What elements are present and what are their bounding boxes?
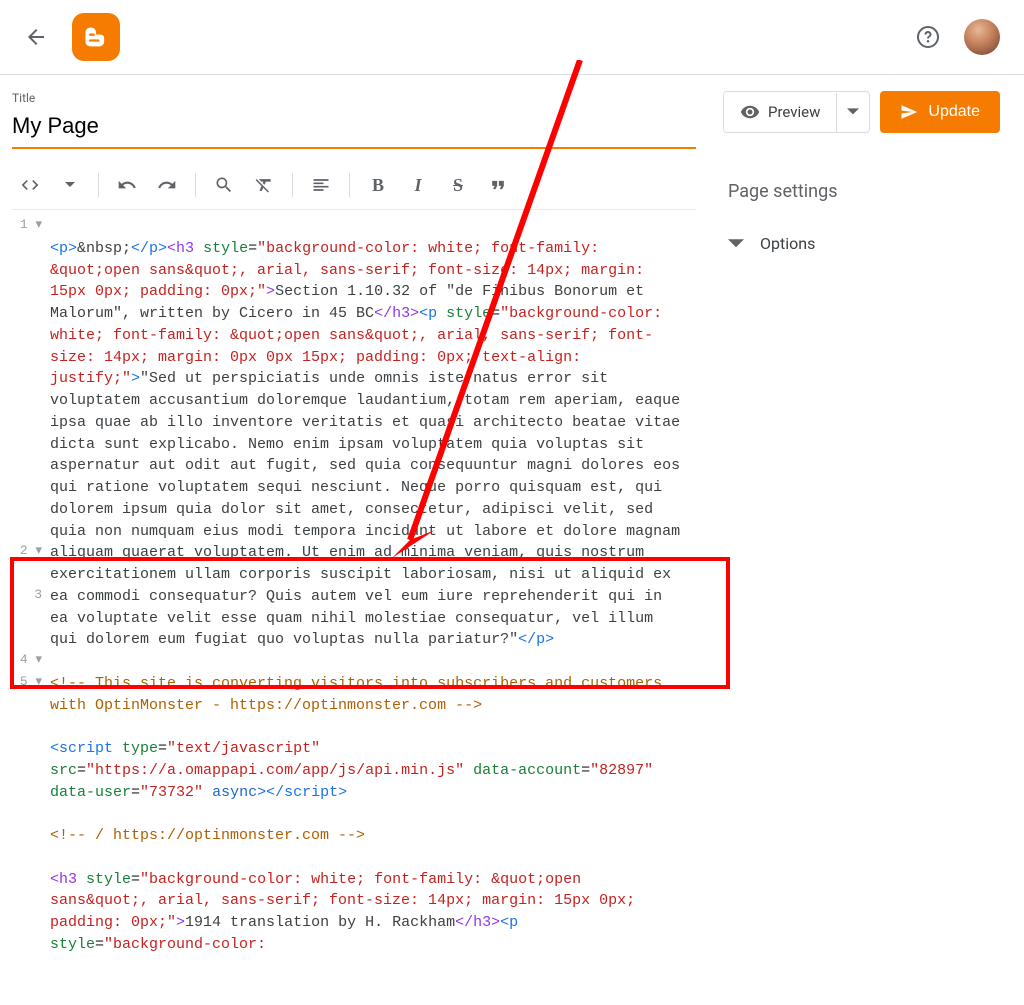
toolbar-separator <box>292 173 293 197</box>
caret-down-icon <box>847 106 859 118</box>
preview-dropdown[interactable] <box>836 93 869 132</box>
quote-button[interactable] <box>480 167 516 203</box>
search-icon <box>214 175 234 195</box>
html-editor[interactable]: 1 ▾ 2 ▾ 3 4 ▾ 5 ▾ <p>&nbsp;</p><h3 style… <box>12 209 696 1005</box>
blogger-logo[interactable] <box>72 13 120 61</box>
italic-icon: I <box>414 175 421 196</box>
help-button[interactable] <box>916 25 940 49</box>
bold-icon: B <box>372 175 384 196</box>
code-icon <box>20 175 40 195</box>
toolbar-separator <box>349 173 350 197</box>
action-buttons: Preview Update <box>720 91 1000 133</box>
send-icon <box>900 103 918 121</box>
options-row[interactable]: Options <box>720 226 1000 261</box>
title-input[interactable] <box>12 109 696 149</box>
app-header <box>0 0 1024 74</box>
bold-button[interactable]: B <box>360 167 396 203</box>
editor-code[interactable]: <p>&nbsp;</p><h3 style="background-color… <box>50 210 696 1005</box>
editor-toolbar: B I S <box>12 161 696 209</box>
options-label: Options <box>760 234 815 253</box>
italic-button[interactable]: I <box>400 167 436 203</box>
content-area: Title <box>0 75 1024 1005</box>
header-right <box>916 19 1000 55</box>
search-button[interactable] <box>206 167 242 203</box>
undo-icon <box>117 175 137 195</box>
blogger-icon <box>82 23 110 51</box>
align-button[interactable] <box>303 167 339 203</box>
toolbar-separator <box>98 173 99 197</box>
preview-button[interactable]: Preview <box>724 92 836 132</box>
update-button[interactable]: Update <box>880 91 1000 133</box>
arrow-left-icon <box>24 25 48 49</box>
caret-down-icon <box>65 180 75 190</box>
main-column: Title <box>12 91 696 1005</box>
preview-label: Preview <box>768 103 820 121</box>
header-left <box>24 13 120 61</box>
title-label: Title <box>12 91 696 105</box>
user-avatar[interactable] <box>964 19 1000 55</box>
format-clear-button[interactable] <box>246 167 282 203</box>
editor-gutter: 1 ▾ 2 ▾ 3 4 ▾ 5 ▾ <box>12 210 50 1005</box>
preview-button-group: Preview <box>723 91 870 133</box>
help-icon <box>916 25 940 49</box>
side-column: Preview Update Page settings Options <box>720 91 1000 1005</box>
update-label: Update <box>928 103 980 121</box>
format-clear-icon <box>254 175 274 195</box>
view-toggle-button[interactable] <box>12 167 48 203</box>
align-left-icon <box>311 175 331 195</box>
quote-icon <box>488 175 508 195</box>
strikethrough-button[interactable]: S <box>440 167 476 203</box>
eye-icon <box>740 102 760 122</box>
page-settings-heading: Page settings <box>720 161 1000 218</box>
strikethrough-icon: S <box>453 175 463 196</box>
redo-icon <box>157 175 177 195</box>
back-button[interactable] <box>24 25 48 49</box>
redo-button[interactable] <box>149 167 185 203</box>
undo-button[interactable] <box>109 167 145 203</box>
chevron-down-icon <box>728 236 744 252</box>
view-toggle-dropdown[interactable] <box>52 167 88 203</box>
toolbar-separator <box>195 173 196 197</box>
